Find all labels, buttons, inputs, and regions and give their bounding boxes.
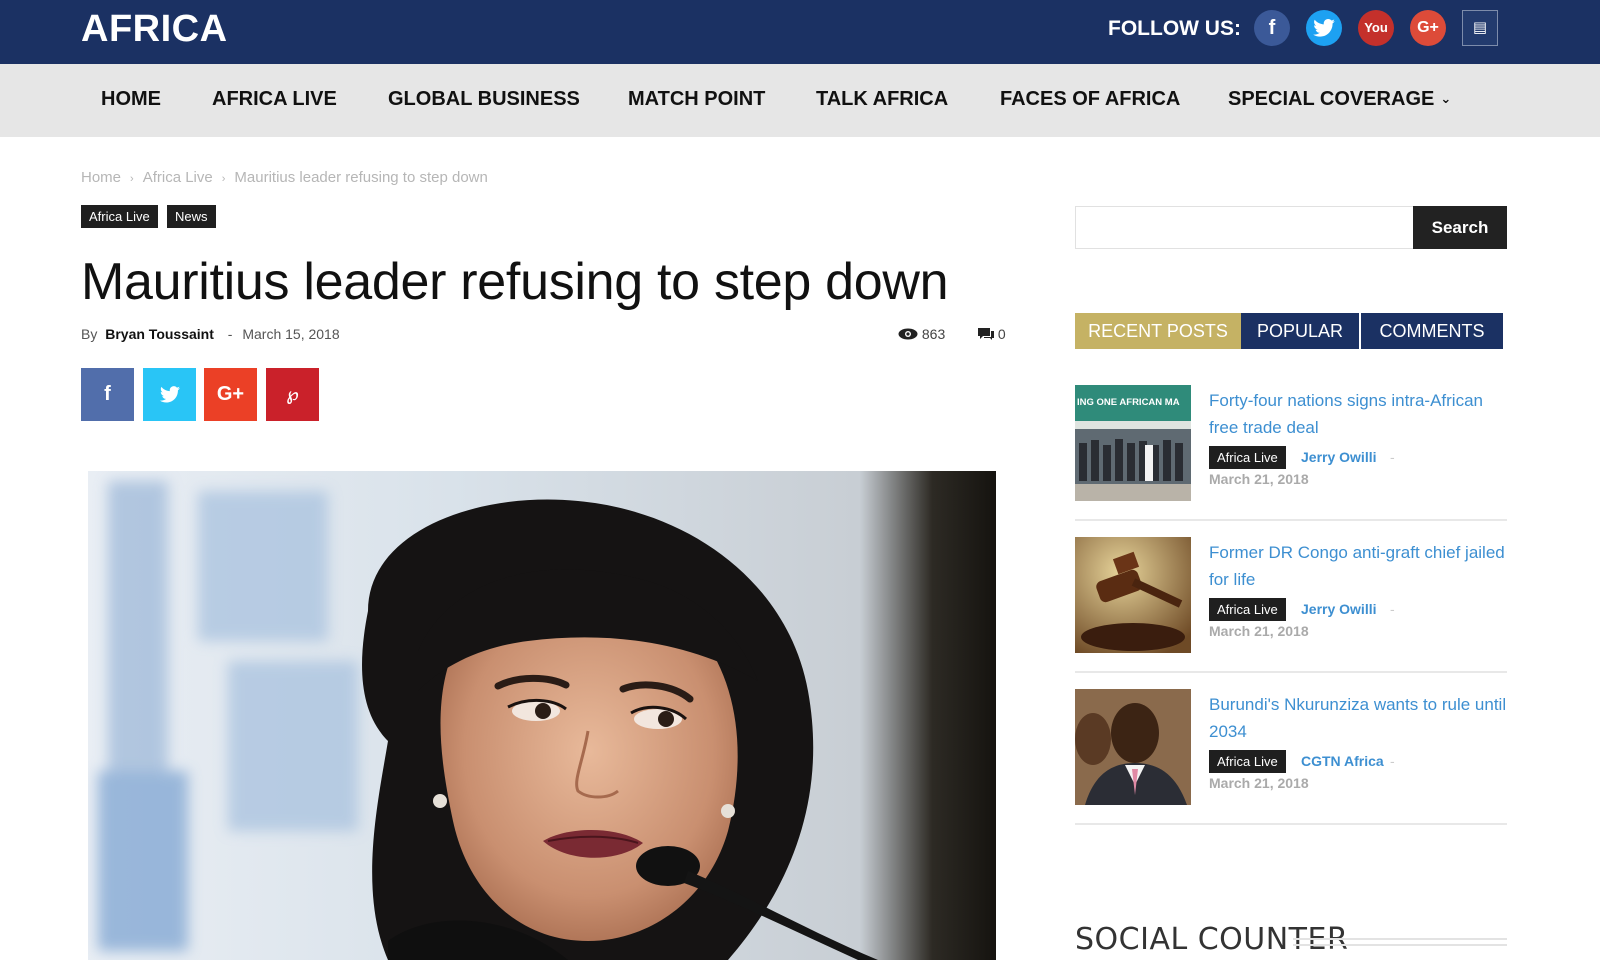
- eye-icon: [898, 328, 918, 340]
- chevron-right-icon: ›: [221, 173, 226, 185]
- main-nav: HOME AFRICA LIVE GLOBAL BUSINESS MATCH P…: [0, 64, 1600, 137]
- recent-post-item: ING ONE AFRICAN MA Forty-four nations si…: [1075, 385, 1507, 536]
- author-link[interactable]: Bryan Toussaint: [105, 326, 214, 342]
- recent-post-item: Former DR Congo anti-graft chief jailed …: [1075, 537, 1507, 688]
- post-divider: [1075, 823, 1507, 825]
- comments-count: 0: [997, 326, 1006, 342]
- tab-comments[interactable]: COMMENTS: [1361, 313, 1503, 349]
- facebook-share-button[interactable]: f: [81, 368, 134, 421]
- views-count: 863: [921, 326, 946, 342]
- article-byline: By Bryan Toussaint - March 15, 2018: [81, 326, 340, 342]
- post-category-tag[interactable]: Africa Live: [1209, 446, 1286, 469]
- breadcrumb: Home › Africa Live › Mauritius leader refusi…: [81, 169, 488, 186]
- nav-item-global-business[interactable]: GLOBAL BUSINESS: [388, 88, 580, 111]
- recent-post-item: Burundi's Nkurunziza wants to rule until…: [1075, 689, 1507, 840]
- pinterest-share-icon: ℘: [286, 384, 299, 404]
- follow-us-label: FOLLOW US:: [1108, 17, 1241, 40]
- top-header: AFRICA FOLLOW US: f You G+ ▤: [0, 0, 1600, 64]
- comment-icon: [978, 328, 994, 340]
- chevron-down-icon: ⌄: [1440, 91, 1452, 106]
- nav-item-special-coverage[interactable]: SPECIAL COVERAGE ⌄: [1228, 88, 1451, 111]
- category-tag-news[interactable]: News: [167, 205, 216, 228]
- pinterest-share-button[interactable]: ℘: [266, 368, 319, 421]
- nav-item-home[interactable]: HOME: [101, 88, 161, 111]
- post-date: March 21, 2018: [1209, 775, 1309, 791]
- twitter-share-icon: [159, 386, 180, 403]
- breadcrumb-home[interactable]: Home: [81, 169, 121, 186]
- google-plus-icon[interactable]: G+: [1410, 10, 1446, 46]
- nav-item-talk-africa[interactable]: TALK AFRICA: [816, 88, 948, 111]
- category-tag-africa-live[interactable]: Africa Live: [81, 205, 158, 228]
- post-divider: [1075, 671, 1507, 673]
- hero-photo: [98, 481, 878, 960]
- article-hero-image: [88, 471, 996, 960]
- nav-item-label: SPECIAL COVERAGE: [1228, 88, 1435, 110]
- by-label: By: [81, 326, 98, 342]
- youtube-icon[interactable]: You: [1358, 10, 1394, 46]
- twitter-icon[interactable]: [1306, 10, 1342, 46]
- post-title-link[interactable]: Burundi's Nkurunziza wants to rule until…: [1209, 691, 1509, 745]
- twitter-share-button[interactable]: [143, 368, 196, 421]
- google-plus-share-icon: G+: [216, 383, 245, 405]
- post-author-link[interactable]: Jerry Owilli: [1301, 601, 1376, 617]
- nav-item-match-point[interactable]: MATCH POINT: [628, 88, 765, 111]
- article-date: March 15, 2018: [242, 326, 340, 342]
- breadcrumb-current: Mauritius leader refusing to step down: [234, 169, 488, 186]
- post-author-link[interactable]: CGTN Africa: [1301, 753, 1384, 769]
- post-date: March 21, 2018: [1209, 623, 1309, 639]
- post-thumbnail-text: ING ONE AFRICAN MA: [1077, 397, 1180, 408]
- facebook-icon[interactable]: f: [1254, 10, 1290, 46]
- post-meta-separator: -: [1390, 449, 1395, 465]
- post-date: March 21, 2018: [1209, 471, 1309, 487]
- chevron-right-icon: ›: [130, 173, 134, 185]
- google-plus-share-button[interactable]: G+: [204, 368, 257, 421]
- search-input[interactable]: [1075, 206, 1414, 249]
- views-counter: 863: [898, 326, 945, 342]
- post-thumbnail[interactable]: ING ONE AFRICAN MA: [1075, 385, 1191, 501]
- article-title: Mauritius leader refusing to step down: [81, 253, 949, 311]
- search-button[interactable]: Search: [1413, 206, 1507, 249]
- post-category-tag[interactable]: Africa Live: [1209, 598, 1286, 621]
- post-author-link[interactable]: Jerry Owilli: [1301, 449, 1376, 465]
- rss-icon[interactable]: ▤: [1462, 10, 1498, 46]
- post-meta-separator: -: [1390, 753, 1395, 769]
- post-divider: [1075, 519, 1507, 521]
- nav-item-africa-live[interactable]: AFRICA LIVE: [212, 88, 337, 111]
- site-logo[interactable]: AFRICA: [81, 8, 228, 51]
- breadcrumb-section[interactable]: Africa Live: [143, 169, 213, 186]
- facebook-share-icon: f: [104, 383, 111, 405]
- post-title-link[interactable]: Former DR Congo anti-graft chief jailed …: [1209, 539, 1509, 593]
- post-thumbnail[interactable]: [1075, 537, 1191, 653]
- post-meta-separator: -: [1390, 601, 1395, 617]
- heading-decoration: [1293, 938, 1507, 946]
- byline-separator: -: [227, 326, 233, 342]
- nav-item-faces-of-africa[interactable]: FACES OF AFRICA: [1000, 88, 1180, 111]
- post-title-link[interactable]: Forty-four nations signs intra-African f…: [1209, 387, 1509, 441]
- comments-counter[interactable]: 0: [978, 326, 1006, 342]
- tab-recent-posts[interactable]: RECENT POSTS: [1075, 313, 1241, 349]
- tab-popular[interactable]: POPULAR: [1241, 313, 1359, 349]
- post-thumbnail[interactable]: [1075, 689, 1191, 805]
- post-category-tag[interactable]: Africa Live: [1209, 750, 1286, 773]
